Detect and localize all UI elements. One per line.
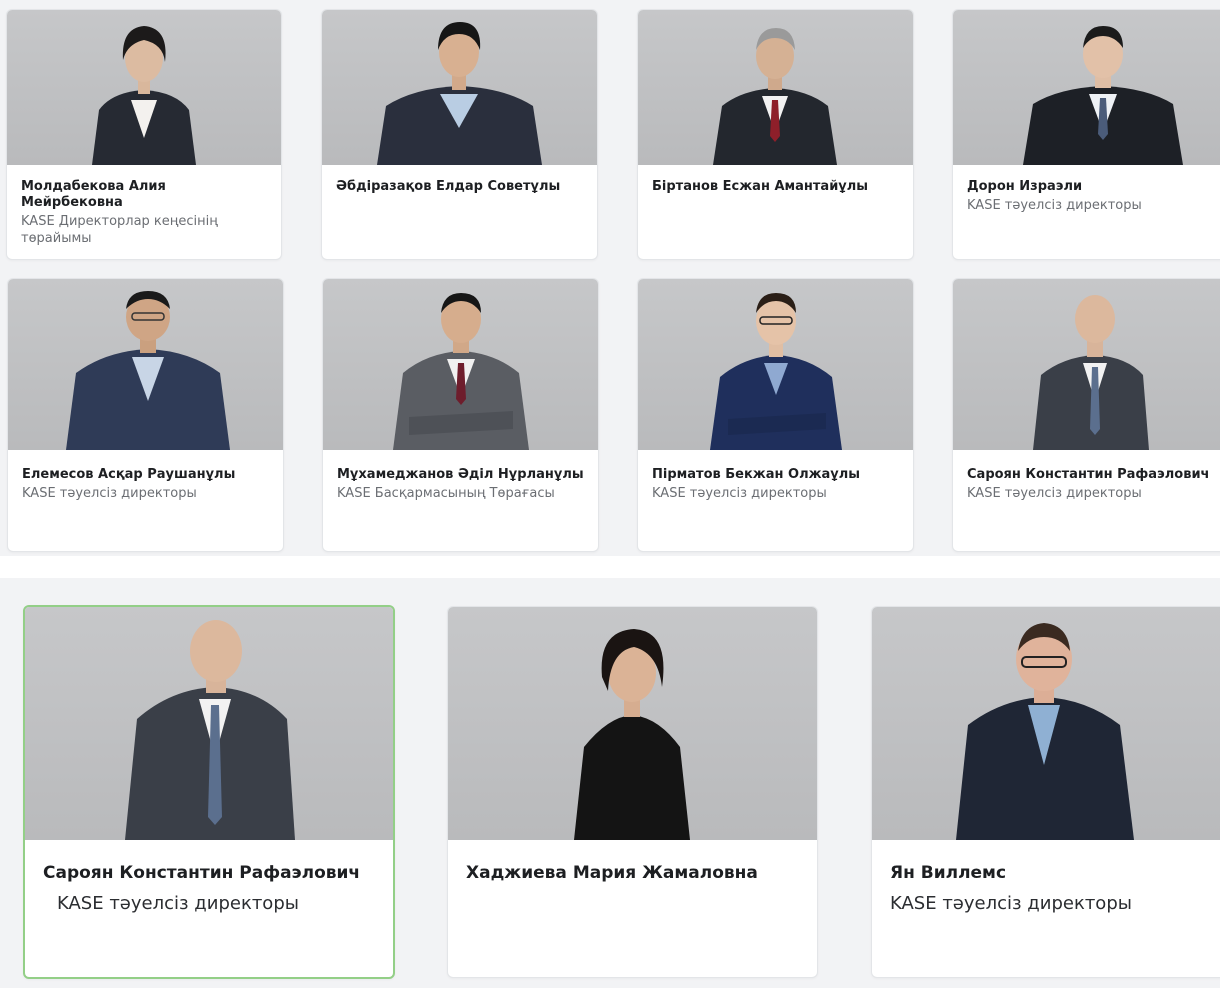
portrait-icon	[956, 623, 1134, 840]
portrait-icon	[710, 293, 842, 450]
member-name: Пірматов Бекжан Олжаұлы	[652, 467, 861, 482]
member-photo	[638, 10, 913, 165]
member-card[interactable]: Дорон Израэли KASE тәуелсіз директоры	[952, 9, 1220, 260]
member-photo	[322, 10, 597, 165]
member-role: KASE тәуелсіз директоры	[967, 486, 1142, 501]
member-name: Біртанов Есжан Амантайұлы	[652, 179, 869, 194]
member-role: KASE Басқармасының Төрағасы	[337, 486, 555, 501]
member-photo	[25, 607, 393, 840]
member-role: KASE тәуелсіз директоры	[652, 486, 827, 501]
portrait-icon	[66, 291, 230, 450]
portrait-icon	[92, 26, 196, 165]
member-photo	[953, 10, 1220, 165]
member-role: KASE Директорлар кеңесінің төрайымы	[21, 214, 218, 246]
portrait-icon	[125, 620, 295, 840]
member-name: Ян Виллемс	[890, 863, 1007, 883]
portrait-icon	[713, 28, 837, 165]
member-card[interactable]: Әбдіразақов Елдар Советұлы	[321, 9, 598, 260]
member-name: Сароян Константин Рафаэлович	[967, 467, 1210, 482]
member-name: Әбдіразақов Елдар Советұлы	[336, 179, 561, 194]
member-name: Мұхамеджанов Әділ Нұрланұлы	[337, 467, 584, 482]
member-card[interactable]: Елемесов Асқар Раушанұлы KASE тәуелсіз д…	[7, 278, 284, 552]
member-card[interactable]: Молдабекова Алия Мейрбековна KASE Директ…	[6, 9, 282, 260]
member-name: Дорон Израэли	[967, 179, 1083, 194]
member-role: KASE тәуелсіз директоры	[967, 198, 1142, 213]
member-photo	[8, 279, 283, 450]
member-photo	[953, 279, 1220, 450]
member-name: Хаджиева Мария Жамаловна	[466, 863, 758, 883]
member-photo	[872, 607, 1220, 840]
portrait-icon	[393, 293, 529, 450]
member-name: Елемесов Асқар Раушанұлы	[22, 467, 236, 482]
member-role: KASE тәуелсіз директоры	[57, 893, 299, 914]
member-photo	[323, 279, 598, 450]
member-role: KASE тәуелсіз директоры	[890, 893, 1132, 914]
member-card[interactable]: Ян Виллемс KASE тәуелсіз директоры	[871, 606, 1220, 978]
portrait-icon	[1033, 295, 1149, 450]
member-card[interactable]: Хаджиева Мария Жамаловна	[447, 606, 818, 978]
member-card-selected[interactable]: Сароян Константин Рафаэлович KASE тәуелс…	[23, 605, 395, 979]
member-card[interactable]: Біртанов Есжан Амантайұлы	[637, 9, 914, 260]
member-photo	[7, 10, 281, 165]
member-photo	[638, 279, 913, 450]
member-role: KASE тәуелсіз директоры	[22, 486, 197, 501]
portrait-icon	[1023, 26, 1183, 165]
member-card[interactable]: Мұхамеджанов Әділ Нұрланұлы KASE Басқарм…	[322, 278, 599, 552]
member-photo	[448, 607, 817, 840]
portrait-icon	[377, 22, 542, 165]
member-name: Молдабекова Алия Мейрбековна	[21, 179, 166, 210]
member-name: Сароян Константин Рафаэлович	[43, 863, 361, 883]
portrait-icon	[574, 629, 690, 840]
member-card[interactable]: Сароян Константин Рафаэлович KASE тәуелс…	[952, 278, 1220, 552]
member-card[interactable]: Пірматов Бекжан Олжаұлы KASE тәуелсіз ди…	[637, 278, 914, 552]
